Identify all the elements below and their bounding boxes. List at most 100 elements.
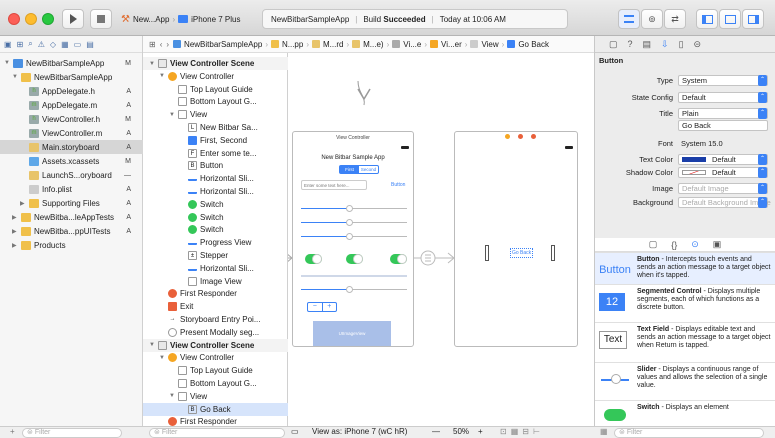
slider-thumb[interactable] [345,233,353,240]
back-arrow-icon[interactable]: ‹ [160,40,163,49]
outline-item[interactable]: ▼ View [143,390,288,403]
zoom-in-button[interactable]: + [478,427,483,436]
inspector-row-field[interactable]: Go Back [678,119,768,131]
report-icon[interactable]: ▤ [86,40,94,49]
stop-button[interactable] [90,9,112,29]
inspector-row-field[interactable]: System ⌃ [678,74,768,86]
jump-bar-crumb[interactable]: M...rd [323,40,343,49]
search-icon[interactable]: ⌕ [28,39,32,49]
segment-second[interactable]: Second [359,166,378,173]
navigator-filter[interactable]: ⊜ Filter [22,428,122,438]
outline-filter[interactable]: ⊜ Filter [149,428,285,438]
folder-icon[interactable]: ▣ [4,40,12,49]
dropdown-icon[interactable]: ⌃ [758,153,767,165]
navigator-item[interactable]: ▶ NewBitba...leAppTests A [0,210,143,224]
outline-item[interactable]: ▼ View Controller [143,351,288,364]
disclosure-triangle-icon[interactable]: ▶ [20,200,29,207]
toggle-debug-button[interactable] [719,9,741,29]
outline-item[interactable]: Exit [143,300,288,313]
slider-1[interactable] [301,205,407,212]
outline-item[interactable]: Top Layout Guide [143,364,288,377]
outline-item[interactable]: Image View [143,275,288,288]
slider-2[interactable] [301,219,407,226]
exit-icon[interactable] [531,134,536,139]
outline-item[interactable]: L New Bitbar Sa... [143,121,288,134]
outline-item[interactable]: → Storyboard Entry Poi... [143,313,288,326]
disclosure-triangle-icon[interactable]: ▶ [12,214,21,221]
library-item[interactable]: Slider - Displays a continuous range of … [595,362,775,400]
identity-icon[interactable]: ▤ [643,39,652,50]
switch-1[interactable] [305,254,322,264]
disclosure-triangle-icon[interactable]: ▼ [4,60,13,66]
toggle-outline-icon[interactable]: ▭ [291,427,299,436]
navigator-item[interactable]: LaunchS...oryboard — [0,168,143,182]
switch-2[interactable] [346,254,363,264]
button-label[interactable]: Button [391,182,405,188]
outline-item[interactable]: Bottom Layout G... [143,377,288,390]
inspector-row-field[interactable]: Default ⌃ [678,91,768,103]
outline-item[interactable]: ± Stepper [143,249,288,262]
dropdown-icon[interactable]: ⌃ [758,107,767,119]
stepper-minus-icon[interactable]: − [308,303,323,311]
slider-thumb[interactable] [345,286,353,293]
test-icon[interactable]: ◇ [50,40,56,49]
jump-bar-crumb[interactable]: Go Back [518,40,549,49]
object-library-icon[interactable]: ⊙ [691,239,699,250]
disclosure-triangle-icon[interactable]: ▶ [12,228,21,235]
slider-4[interactable] [301,286,407,293]
forward-arrow-icon[interactable]: › [166,40,169,49]
slider-3[interactable] [301,233,407,240]
outline-item[interactable]: Top Layout Guide [143,83,288,96]
outline-item[interactable]: ▼ View Controller Scene [143,338,288,352]
disclosure-triangle-icon[interactable]: ▼ [12,74,21,80]
inspector-row-field[interactable]: Default ⌃ [678,153,768,165]
media-library-icon[interactable]: ▣ [713,239,722,250]
outline-item[interactable]: Bottom Layout G... [143,95,288,108]
switch-3[interactable] [390,254,407,264]
storyboard-canvas[interactable]: View Controller New Bitbar Sample App Fi… [288,53,594,426]
navigator-item[interactable]: Main.storyboard A [0,140,143,154]
library-item[interactable]: 12 Segmented Control - Displays multiple … [595,284,775,322]
view-controller-icon[interactable] [505,134,510,139]
scene-2-frame[interactable]: Go Back [454,131,578,347]
jump-bar-crumb[interactable]: Vi...er [441,40,462,49]
attributes-icon[interactable]: ⇩ [661,39,669,50]
zoom-out-button[interactable]: — [432,427,440,436]
jump-bar-crumb[interactable]: Vi...e [403,40,421,49]
outline-item[interactable]: Progress View [143,236,288,249]
outline-item[interactable]: B Go Back [143,402,288,416]
image-view[interactable]: UIImageView [313,321,391,346]
disclosure-triangle-icon[interactable]: ▶ [12,242,21,249]
layout-tools-icons[interactable]: ⊡▦⊟⊢ [500,427,544,436]
inspector-row-field[interactable]: Default Image ⌃ [678,182,768,194]
outline-item[interactable]: ▼ View Controller Scene [143,57,288,70]
run-button[interactable] [62,9,84,29]
toggle-navigator-button[interactable] [696,9,718,29]
outline-item[interactable]: First, Second [143,134,288,147]
dropdown-icon[interactable]: ⌃ [758,166,767,178]
outline-item[interactable]: Present Modally seg... [143,326,288,339]
outline-item[interactable]: Horizontal Sli... [143,262,288,275]
jump-bar-crumb[interactable]: N...pp [282,40,303,49]
outline-item[interactable]: First Responder [143,287,288,300]
outline-item[interactable]: Switch [143,198,288,211]
disclosure-triangle-icon[interactable]: ▼ [149,342,158,348]
toggle-utilities-button[interactable] [742,9,764,29]
navigator-item[interactable]: h ViewController.h M [0,112,143,126]
inspector-row-field[interactable]: Default ⌃ [678,166,768,178]
related-items-icon[interactable]: ⊞ [149,40,156,49]
version-editor-button[interactable]: ⇄ [664,9,686,29]
outline-item[interactable]: Switch [143,211,288,224]
outline-item[interactable]: ▼ View [143,108,288,121]
navigator-item[interactable]: Assets.xcassets M [0,154,143,168]
library-grid-icon[interactable]: ▦ [600,427,608,436]
debug-icon[interactable]: ▦ [61,40,69,49]
inspector-row-field[interactable]: Default Background Image ⌃ [678,196,771,208]
jump-bar-crumb[interactable]: M...e) [363,40,383,49]
navigator-item[interactable]: m ViewController.m A [0,126,143,140]
scene-1-frame[interactable]: View Controller New Bitbar Sample App Fi… [292,131,414,347]
library-item[interactable]: Switch - Displays an element [595,400,775,426]
source-control-icon[interactable]: ⊞ [17,40,24,49]
outline-item[interactable]: Horizontal Sli... [143,172,288,185]
slider-thumb[interactable] [345,219,353,226]
